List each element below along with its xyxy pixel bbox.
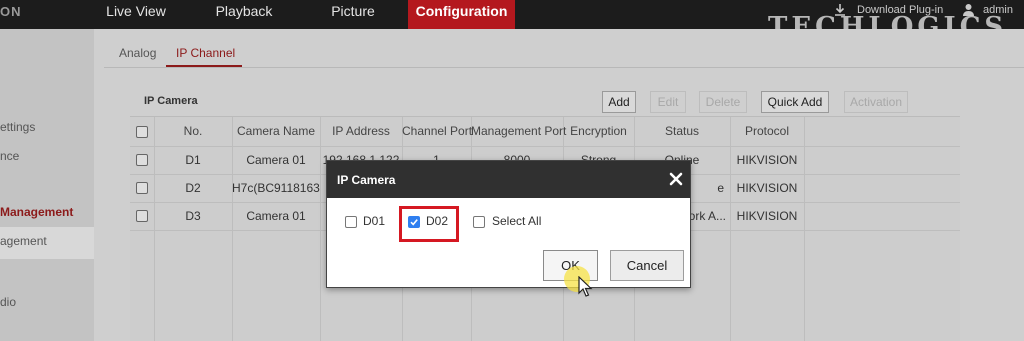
ip-camera-dialog: IP Camera D01 D02 Select All OK Cancel xyxy=(326,160,691,288)
panel-title: IP Camera xyxy=(144,95,198,107)
select-all-checkbox[interactable] xyxy=(136,126,148,138)
sidebar: ettings nce Management agement dio xyxy=(0,29,94,341)
table-cell-no: D3 xyxy=(185,209,201,223)
row-checkbox[interactable] xyxy=(136,182,148,194)
cancel-button[interactable]: Cancel xyxy=(610,250,684,281)
sidebar-item-settings[interactable]: ettings xyxy=(0,120,35,134)
column-header-encryption[interactable]: Encryption xyxy=(563,117,634,146)
sidebar-item-maintenance[interactable]: nce xyxy=(0,149,19,163)
table-cell-no: D1 xyxy=(185,153,201,167)
sidebar-item-audio[interactable]: dio xyxy=(0,295,16,309)
column-header-ip-address[interactable]: IP Address xyxy=(320,117,402,146)
tab-ip-channel[interactable]: IP Channel xyxy=(176,46,235,60)
sidebar-item-storage-management[interactable]: agement xyxy=(0,234,47,248)
delete-button[interactable]: Delete xyxy=(699,91,747,113)
check-icon xyxy=(410,219,418,226)
select-all-option-checkbox[interactable] xyxy=(473,216,485,228)
sidebar-item-camera-management[interactable]: Management xyxy=(0,205,73,219)
dialog-header: IP Camera xyxy=(327,161,690,198)
table-cell-protocol: HIKVISION xyxy=(736,181,798,195)
dialog-title: IP Camera xyxy=(337,173,396,187)
column-header-camera-name[interactable]: Camera Name xyxy=(232,117,320,146)
tab-divider xyxy=(104,67,1024,68)
nav-picture[interactable]: Picture xyxy=(318,0,388,29)
column-header-management-port[interactable]: Management Port xyxy=(471,117,566,146)
brand-logo: ON xyxy=(0,4,22,19)
close-icon[interactable] xyxy=(668,171,684,187)
d02-label: D02 xyxy=(426,214,449,228)
nav-configuration[interactable]: Configuration xyxy=(408,0,515,29)
d02-checkbox[interactable] xyxy=(408,216,420,228)
table-cell-name: H7c(BC9118163) xyxy=(232,181,320,195)
column-header-protocol[interactable]: Protocol xyxy=(730,117,804,146)
mouse-cursor-icon xyxy=(578,276,593,297)
table-cell-name: Camera 01 xyxy=(246,153,306,167)
d01-label: D01 xyxy=(363,214,386,228)
row-checkbox[interactable] xyxy=(136,210,148,222)
d01-checkbox[interactable] xyxy=(345,216,357,228)
table-cell-protocol: HIKVISION xyxy=(736,209,798,223)
add-button[interactable]: Add xyxy=(602,91,636,113)
column-header-status[interactable]: Status xyxy=(634,117,730,146)
select-all-label: Select All xyxy=(492,214,542,228)
nav-playback[interactable]: Playback xyxy=(204,0,284,29)
table-cell-protocol: HIKVISION xyxy=(736,153,798,167)
column-header-channel-port[interactable]: Channel Port xyxy=(402,117,472,146)
active-tab-indicator xyxy=(166,65,242,67)
edit-button[interactable]: Edit xyxy=(650,91,686,113)
column-header-no[interactable]: No. xyxy=(154,117,232,146)
tab-analog[interactable]: Analog xyxy=(119,46,156,60)
table-cell-name: Camera 01 xyxy=(246,209,306,223)
nav-live-view[interactable]: Live View xyxy=(96,0,176,29)
table-cell-no: D2 xyxy=(185,181,201,195)
row-checkbox[interactable] xyxy=(136,154,148,166)
quick-add-button[interactable]: Quick Add xyxy=(761,91,829,113)
activation-button[interactable]: Activation xyxy=(844,91,908,113)
